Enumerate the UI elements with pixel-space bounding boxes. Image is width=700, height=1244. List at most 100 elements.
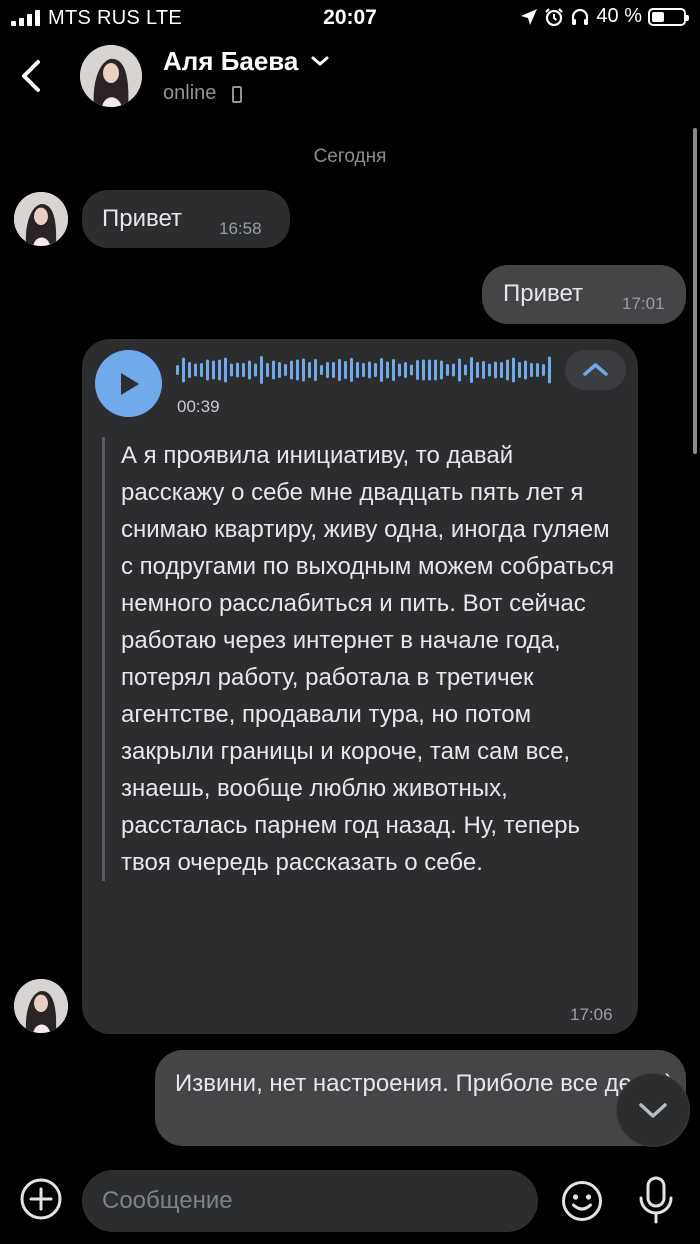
message-time: 16:58 (219, 219, 262, 238)
waveform-bar (182, 357, 185, 383)
waveform-bar (476, 362, 479, 378)
waveform-bar (290, 360, 293, 380)
waveform-bar (458, 358, 461, 382)
mobile-device-icon (232, 86, 242, 103)
waveform-bar (536, 363, 539, 377)
battery-icon (648, 7, 689, 26)
waveform-bar (404, 362, 407, 378)
waveform-bar (272, 360, 275, 380)
message-bubble-incoming[interactable]: Привет 16:58 (82, 190, 290, 248)
waveform-bar (266, 363, 269, 377)
waveform-bar (230, 363, 233, 377)
waveform-bar (500, 362, 503, 378)
waveform-bar (428, 359, 431, 381)
waveform-bar (440, 360, 443, 380)
waveform-bar (548, 356, 551, 384)
collapse-transcript-button[interactable] (565, 350, 626, 390)
waveform-bar (512, 357, 515, 383)
waveform-bar (248, 360, 251, 380)
sender-avatar[interactable] (14, 979, 68, 1033)
message-input[interactable] (82, 1170, 538, 1232)
location-arrow-icon (521, 8, 538, 25)
voice-message-bubble[interactable]: 00:39 А я проявила инициативу, то давай … (82, 339, 638, 1034)
waveform-bar (524, 360, 527, 380)
waveform-bar (212, 360, 215, 380)
waveform-bar (368, 361, 371, 379)
waveform-bar (284, 364, 287, 376)
waveform-bar (206, 359, 209, 381)
waveform-bar (386, 361, 389, 379)
waveform-bar (254, 363, 257, 377)
waveform-bar (356, 362, 359, 378)
waveform-bar (350, 358, 353, 382)
chevron-down-icon[interactable] (310, 54, 330, 68)
waveform-bar (518, 362, 521, 378)
waveform-bar (434, 359, 437, 381)
waveform-bar (188, 362, 191, 378)
waveform-bar (410, 364, 413, 376)
waveform-bar (302, 358, 305, 382)
contact-avatar[interactable] (80, 45, 142, 107)
waveform-bar (494, 361, 497, 379)
message-bubble-outgoing[interactable]: Извини, нет настроения. Приболе все дела… (155, 1050, 686, 1146)
waveform-bar (416, 360, 419, 380)
message-text: Привет (503, 280, 584, 307)
headphones-icon (572, 8, 589, 25)
message-text: Извини, нет настроения. Приболе все дела… (175, 1070, 674, 1097)
waveform-bar (470, 357, 473, 383)
sender-avatar[interactable] (14, 192, 68, 246)
chevron-down-icon (639, 1103, 667, 1118)
waveform-bar (296, 359, 299, 381)
waveform-bar (344, 361, 347, 379)
waveform-bar (326, 362, 329, 378)
waveform-bar (374, 363, 377, 377)
waveform-bar (452, 363, 455, 377)
waveform-bar (224, 357, 227, 383)
waveform-bar (278, 362, 281, 378)
back-button[interactable] (14, 56, 50, 96)
waveform-bar (242, 363, 245, 377)
scrollbar[interactable] (693, 128, 697, 454)
message-time: 17:06 (570, 1005, 613, 1024)
waveform-bar (194, 363, 197, 377)
play-icon (121, 373, 139, 395)
play-button[interactable] (95, 350, 162, 417)
contact-name[interactable]: Аля Баева (163, 46, 298, 77)
waveform-bar (392, 359, 395, 381)
alarm-icon (545, 7, 564, 26)
waveform-bar (338, 359, 341, 381)
voice-transcript: А я проявила инициативу, то давай расска… (102, 437, 622, 881)
waveform-bar (320, 365, 323, 375)
contact-status: online (163, 82, 217, 104)
chevron-up-icon (583, 363, 608, 376)
waveform-bar (542, 364, 545, 376)
waveform-bar (236, 362, 239, 378)
status-bar: MTS RUS LTE 20:07 40 % (0, 0, 700, 36)
scroll-to-bottom-button[interactable] (617, 1074, 689, 1146)
waveform-bar (506, 359, 509, 381)
message-time: 17:01 (622, 294, 665, 313)
voice-waveform[interactable] (176, 353, 556, 387)
waveform-bar (482, 361, 485, 379)
waveform-bar (332, 362, 335, 378)
waveform-bar (314, 359, 317, 381)
date-separator: Сегодня (313, 146, 387, 167)
battery-percentage: 40 % (596, 5, 642, 27)
waveform-bar (200, 363, 203, 377)
waveform-bar (488, 363, 491, 377)
message-bubble-outgoing[interactable]: Привет 17:01 (482, 265, 686, 324)
chat-header: Аля Баева online (0, 36, 700, 120)
add-attachment-button[interactable] (18, 1176, 64, 1222)
emoji-button[interactable] (560, 1179, 604, 1223)
voice-duration: 00:39 (177, 397, 220, 416)
waveform-bar (362, 363, 365, 377)
message-text: Привет (102, 205, 183, 232)
waveform-bar (308, 362, 311, 378)
microphone-button[interactable] (636, 1176, 676, 1226)
waveform-bar (398, 363, 401, 377)
waveform-bar (464, 364, 467, 376)
waveform-bar (446, 364, 449, 376)
waveform-bar (530, 363, 533, 377)
waveform-bar (260, 356, 263, 384)
waveform-bar (218, 359, 221, 381)
